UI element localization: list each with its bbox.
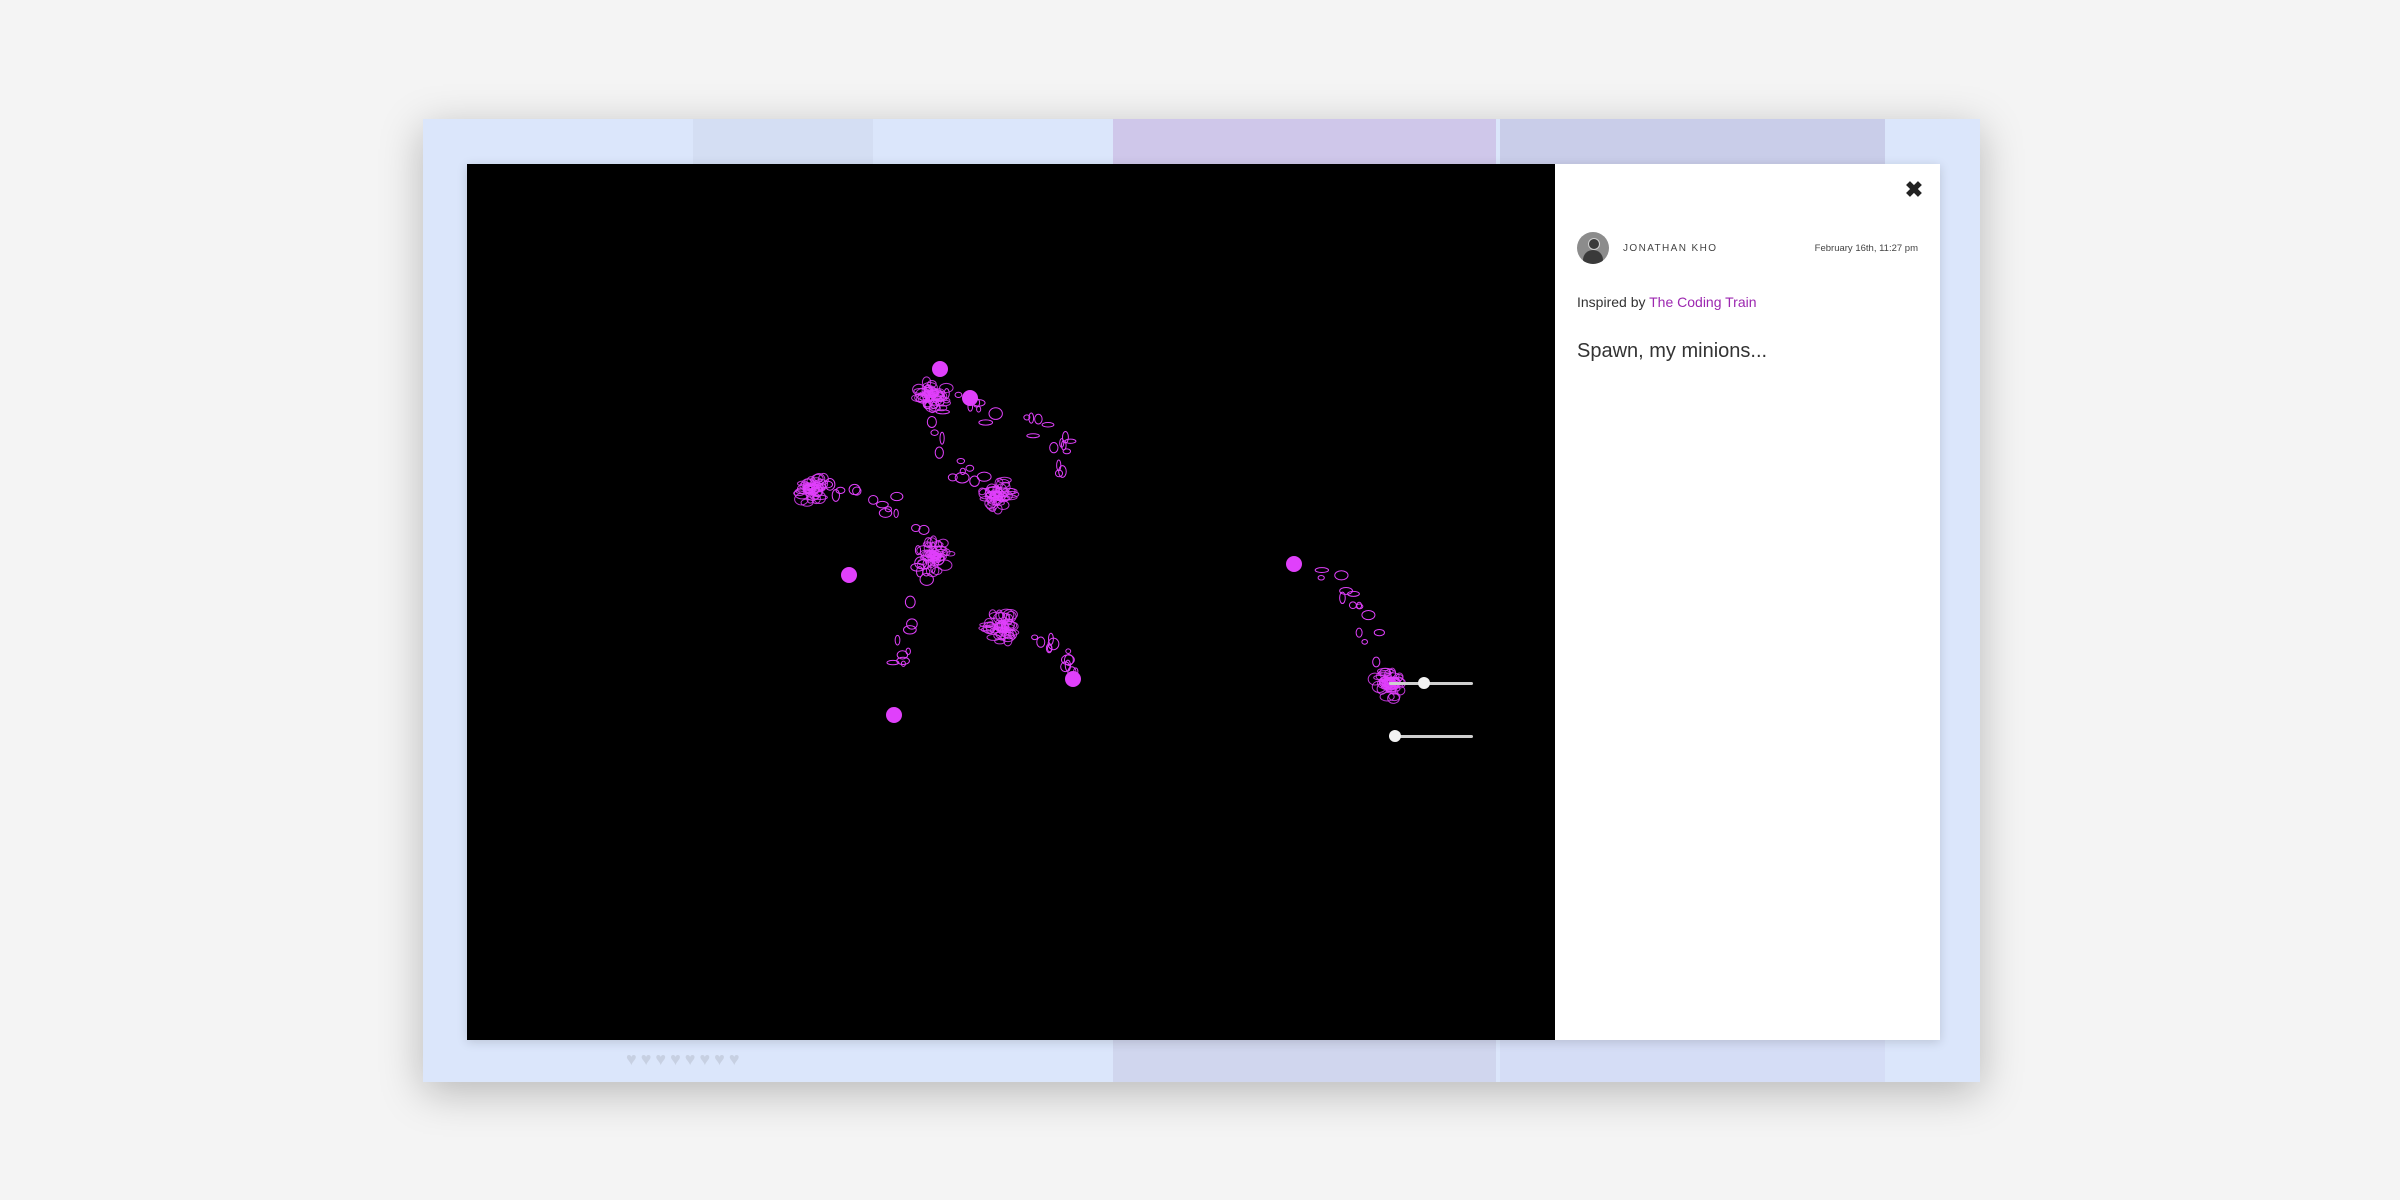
particle — [956, 457, 966, 465]
particle — [1036, 636, 1046, 648]
particle-canvas — [793, 361, 1406, 723]
particle — [868, 494, 879, 505]
particle — [1361, 638, 1369, 645]
particle — [1317, 575, 1325, 581]
particle — [890, 491, 904, 502]
slider-knob[interactable] — [1389, 730, 1401, 742]
sketch-modal: ✖ JONATHAN KHO February 16th, 11:27 pm I… — [467, 164, 1940, 1040]
post-date: February 16th, 11:27 pm — [1814, 242, 1918, 254]
author-name[interactable]: JONATHAN KHO — [1623, 243, 1717, 254]
spawner-dot — [962, 390, 978, 406]
particle — [1026, 433, 1040, 439]
post-header: JONATHAN KHO February 16th, 11:27 pm — [1577, 232, 1918, 264]
particle — [918, 524, 930, 536]
particle — [978, 419, 994, 426]
spawner-dot — [886, 707, 902, 723]
particle — [1361, 609, 1376, 621]
particle — [1373, 628, 1385, 637]
particle — [904, 595, 916, 609]
particle — [976, 406, 982, 413]
avatar-body — [1583, 250, 1603, 264]
particle — [1372, 656, 1381, 668]
gallery-tile — [1113, 119, 1496, 164]
particle — [894, 634, 901, 646]
particle — [848, 483, 861, 496]
particle — [976, 471, 992, 482]
particle — [893, 508, 899, 519]
particle — [905, 647, 911, 656]
spawner-dot — [1286, 556, 1302, 572]
gallery-hearts: ♥♥♥♥♥♥♥♥ — [626, 1049, 744, 1069]
particle — [1339, 586, 1353, 595]
particle — [1314, 567, 1330, 574]
particle — [931, 566, 943, 576]
particle — [1041, 422, 1055, 428]
gallery-tile — [1500, 119, 1885, 164]
particle — [824, 477, 836, 491]
gallery-tile — [1500, 1040, 1885, 1082]
particle — [988, 407, 1003, 420]
slider-1[interactable] — [1389, 676, 1473, 690]
inspired-line: Inspired by The Coding Train — [1577, 294, 1757, 310]
particle — [939, 431, 945, 445]
avatar-head — [1588, 238, 1600, 250]
spawner-dot — [841, 567, 857, 583]
particle — [1356, 601, 1363, 610]
inspired-prefix: Inspired by — [1577, 294, 1650, 310]
sketch-canvas[interactable] — [467, 164, 1555, 1040]
particle — [926, 415, 937, 428]
post-title: Spawn, my minions... — [1577, 340, 1768, 362]
particle — [930, 429, 939, 436]
inspired-link[interactable]: The Coding Train — [1649, 294, 1756, 310]
particle — [919, 573, 934, 586]
particle — [1031, 634, 1039, 641]
slider-knob[interactable] — [1417, 677, 1430, 689]
particle — [1034, 413, 1043, 425]
spawner-dot — [932, 361, 948, 377]
particle — [900, 660, 906, 667]
particle — [1334, 570, 1349, 581]
particle — [1355, 627, 1363, 638]
info-panel: ✖ JONATHAN KHO February 16th, 11:27 pm I… — [1555, 164, 1940, 1040]
particle — [959, 467, 966, 475]
particle — [1049, 441, 1059, 454]
slider-track — [1389, 735, 1473, 738]
particle — [1065, 648, 1072, 654]
avatar-icon[interactable] — [1577, 232, 1609, 264]
particle — [903, 625, 917, 635]
close-icon[interactable]: ✖ — [1902, 178, 1926, 202]
spawner-dot — [1065, 671, 1081, 687]
slider-2[interactable] — [1389, 729, 1473, 743]
particle — [1348, 601, 1357, 610]
particle — [906, 618, 918, 630]
slider-track — [1389, 682, 1473, 685]
particle — [965, 464, 975, 472]
gallery-tile — [1113, 1040, 1496, 1082]
particle — [934, 446, 944, 459]
gallery-tile — [693, 119, 873, 164]
particle — [911, 523, 921, 533]
particle — [954, 391, 963, 398]
particle — [947, 473, 958, 482]
particle — [1062, 448, 1072, 455]
